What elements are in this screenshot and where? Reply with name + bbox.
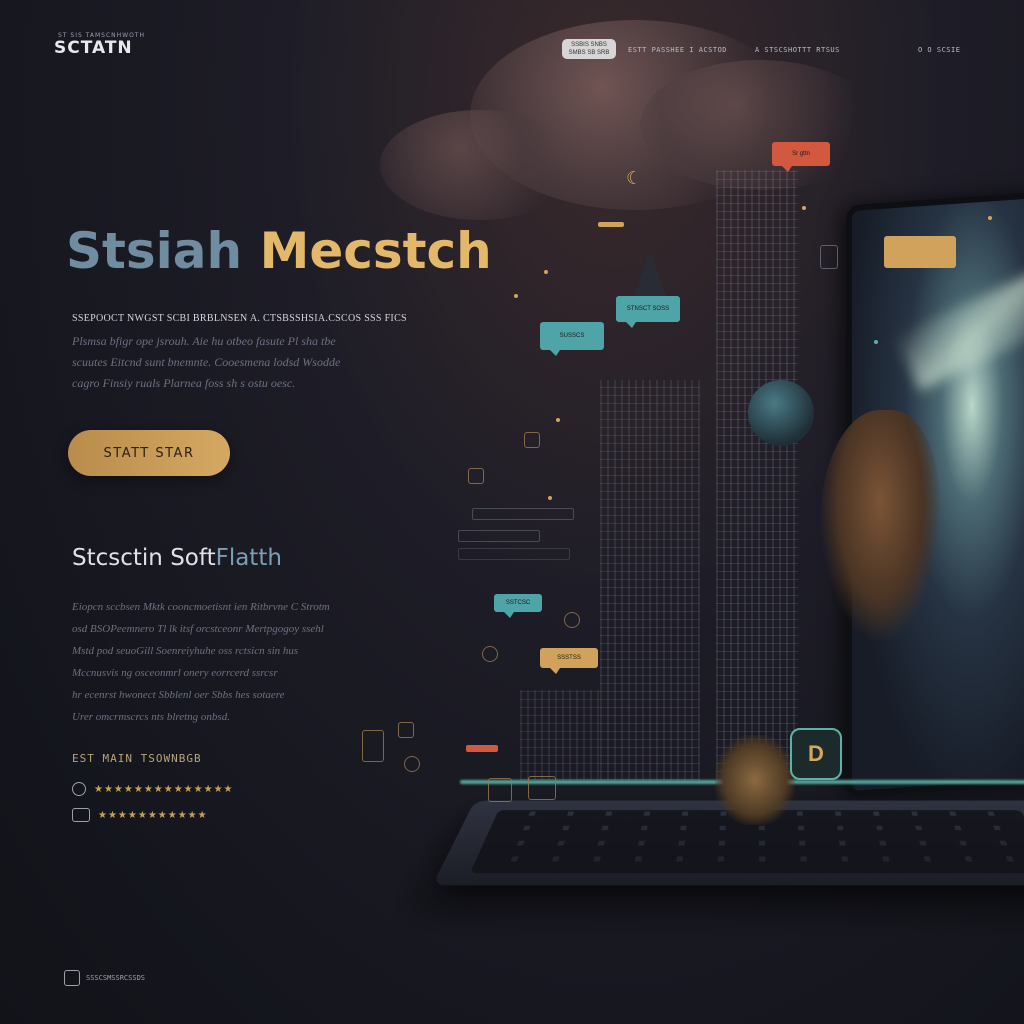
sparkle-dot [874, 340, 878, 344]
circle-icon [482, 646, 498, 662]
nav-link-2[interactable]: A STSCSHOTTT RTSUS [755, 46, 840, 54]
tower-illustration [600, 380, 700, 780]
start-button[interactable]: STATT STAR [68, 430, 230, 476]
sparkle-dot [988, 216, 992, 220]
stats-label: EST MAIN TSOWNBGB [72, 752, 202, 765]
grid-icon [528, 776, 556, 800]
tower-illustration [716, 170, 798, 780]
chat-icon [524, 432, 540, 448]
gear-icon [564, 612, 580, 628]
brand-logo[interactable]: SCTATN [54, 38, 133, 58]
phone-icon [820, 245, 838, 269]
speech-bubble: SSTCSC [494, 594, 542, 618]
note-icon [398, 722, 414, 738]
hero-title-part2: Mecstch [259, 222, 492, 280]
dome-illustration [748, 380, 814, 446]
tower-illustration [520, 690, 600, 780]
wireframe-line [472, 508, 574, 520]
rating-stars: ★★★★★★★★★★★★★★ [94, 783, 234, 795]
section-paragraph: Eiopcn sccbsen Mktk cooncmoetisnt ien Ri… [72, 596, 330, 728]
nav-link-3[interactable]: O O SCSIE [918, 46, 960, 54]
nav-pill-button[interactable]: SSBIS SNBS SMBS SB SRB [562, 39, 616, 59]
hero-paragraph: Plsmsa bfigr ope jsrouh. Aie hu otbeo fa… [72, 331, 340, 394]
section-paragraph-line: hr ecenrst hwonect Sbblenl oer Sbbs hes … [72, 689, 285, 701]
sparkle-dot [544, 270, 548, 274]
hero-paragraph-line: Plsmsa bfigr ope jsrouh. Aie hu otbeo fa… [72, 334, 336, 348]
rating-stars: ★★★★★★★★★★★ [98, 809, 208, 821]
rating-row: ★★★★★★★★★★★★★★ [72, 782, 234, 796]
hero-title: Stsiah Mecstch [66, 222, 492, 280]
pin-icon [72, 782, 86, 796]
section-paragraph-line: Eiopcn sccbsen Mktk cooncmoetisnt ien Ri… [72, 601, 330, 613]
nav-link-1[interactable]: ESTT PASSHEE I ACSTOD [628, 46, 727, 54]
hero-paragraph-line: scuutes Eitcnd sunt bnemnte. Cooesmena l… [72, 355, 341, 369]
sparkle-dot [802, 206, 806, 210]
speech-bubble: STNSCT SOSS [616, 296, 680, 328]
section-paragraph-line: osd BSOPeemnero Tl lk itsf orcstceonr Me… [72, 623, 324, 635]
section-title-part2: Soft [170, 545, 216, 571]
nav-pill-line: SMBS SB SRB [568, 50, 610, 56]
nav-pill-line: SSBIS SNBS [571, 42, 607, 48]
footer-logo-icon[interactable] [64, 970, 80, 986]
hero-title-part1: Stsiah [66, 222, 243, 280]
sparkle-dot [514, 294, 518, 298]
phone-icon [362, 730, 384, 762]
screen-badge-illustration [884, 236, 956, 268]
horse-illustration [715, 735, 795, 825]
accent-bar [598, 222, 624, 227]
wireframe-line [458, 530, 540, 542]
footer: SSSCSMSSRCSSDS [64, 970, 145, 986]
sparkle-dot [556, 418, 560, 422]
moon-icon: ☾ [626, 168, 643, 188]
card-icon [72, 808, 90, 822]
wireframe-line [458, 548, 570, 560]
speech-bubble: SUSSCS [540, 322, 604, 356]
section-paragraph-line: Mstd pod seuoGill Soenreiyhuhe oss rctsi… [72, 645, 299, 657]
cloud-decoration [380, 110, 580, 220]
music-icon [468, 468, 484, 484]
section-paragraph-line: Mccnusvis ng osceonmrl onery eorrcerd ss… [72, 667, 278, 679]
hero-subheading: SSEPOOCT NWGST SCBI BRBLNSEN A. CTSBSSHS… [72, 313, 407, 324]
rating-row: ★★★★★★★★★★★ [72, 808, 208, 822]
footer-label: SSSCSMSSRCSSDS [86, 974, 146, 982]
accent-bar [466, 745, 498, 752]
app-tile-icon: D [790, 728, 842, 780]
character-illustration [820, 410, 940, 640]
grid-icon [488, 778, 512, 802]
speech-bubble: Sr gttn [772, 142, 830, 172]
section-title: Stcsctin SoftFlatth [72, 545, 282, 571]
section-title-part3: Flatth [215, 545, 282, 571]
hero-paragraph-line: cagro Finsiy ruals Plarnea foss sh s ost… [72, 376, 296, 390]
section-paragraph-line: Urer omcrmscrcs nts blretng onbsd. [72, 711, 230, 723]
sparkle-dot [548, 496, 552, 500]
circle-icon [404, 756, 420, 772]
section-title-part1: Stcsctin [72, 545, 163, 571]
speech-bubble: SSSTSS [540, 648, 598, 674]
